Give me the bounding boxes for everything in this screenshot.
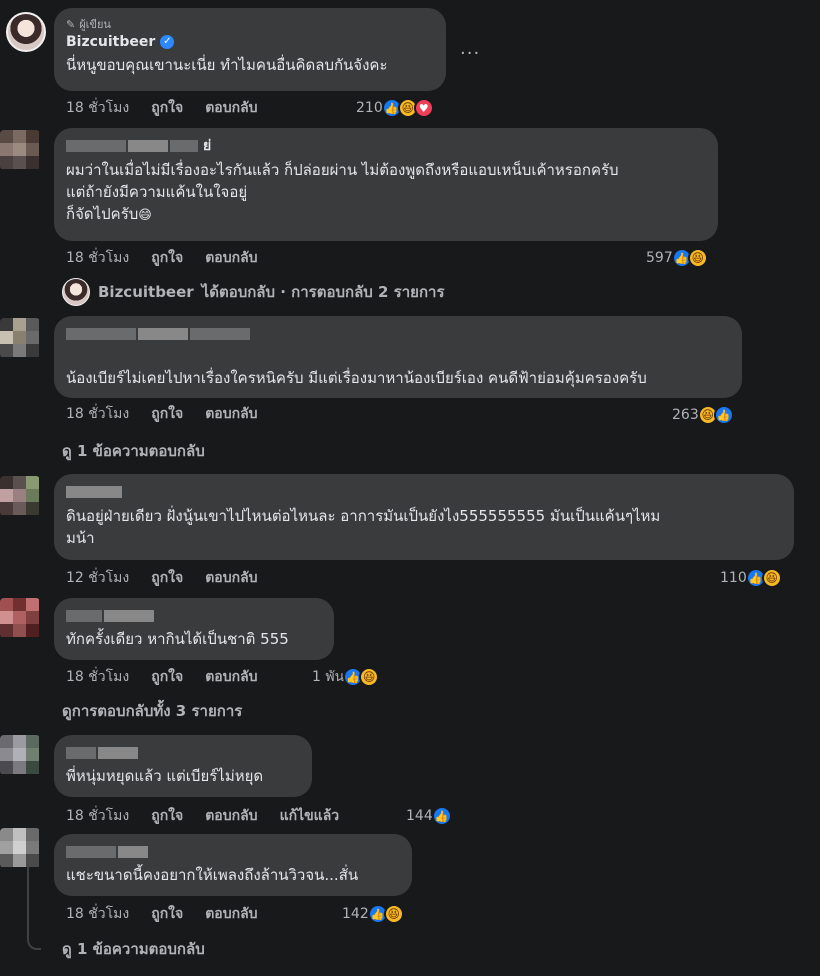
- comment-author-name[interactable]: ย่: [66, 136, 706, 155]
- comment-text: น้องเบียร์ไม่เคยไปหาเรื่องใครหนิครับ มีแ…: [66, 369, 647, 387]
- reaction-count: 597: [646, 250, 673, 266]
- view-all-replies-link[interactable]: ดูการตอบกลับทั้ง 3 รายการ: [62, 700, 242, 722]
- reply-button[interactable]: ตอบกลับ: [205, 247, 257, 269]
- timestamp[interactable]: 18 ชั่วโมง: [66, 903, 129, 925]
- blurred-name: [66, 326, 250, 342]
- haha-icon: 😆: [761, 568, 782, 588]
- comment-text: พี่หนุ่มหยุดแล้ว แต่เบียร์ไม่หยุด: [66, 767, 264, 785]
- reply-button[interactable]: ตอบกลับ: [205, 403, 257, 425]
- haha-icon: 😆: [359, 667, 380, 687]
- like-button[interactable]: ถูกใจ: [151, 666, 183, 688]
- reaction-summary[interactable]: 263 😆 👍: [672, 404, 734, 426]
- reply-button[interactable]: ตอบกลับ: [205, 97, 257, 119]
- timestamp[interactable]: 18 ชั่วโมง: [66, 97, 129, 119]
- comment-bubble: แชะขนาดนี้คงอยากให้เพลงถึงล้านวิวจน...สั…: [54, 834, 412, 896]
- reaction-summary[interactable]: 110 👍 😆: [720, 567, 782, 589]
- reaction-summary[interactable]: 1 พัน 👍 😆: [312, 666, 380, 688]
- author-tag: ✎ ผู้เขียน: [66, 17, 111, 32]
- comment-author-name[interactable]: [66, 324, 730, 343]
- comment-actions: 18 ชั่วโมง ถูกใจ ตอบกลับ: [66, 667, 258, 687]
- avatar[interactable]: [0, 828, 40, 868]
- avatar[interactable]: [6, 12, 46, 52]
- reaction-count: 144: [406, 808, 433, 824]
- avatar[interactable]: [0, 598, 40, 638]
- replies-summary[interactable]: Bizcuitbeer ได้ตอบกลับ · การตอบกลับ 2 รา…: [62, 278, 445, 306]
- reply-button[interactable]: ตอบกลับ: [205, 666, 257, 688]
- love-icon: ♥: [413, 98, 434, 118]
- like-icon: 👍: [713, 405, 734, 425]
- comment-author-name[interactable]: Bizcuitbeer ✓: [66, 32, 434, 51]
- comment-author-name[interactable]: [66, 842, 400, 861]
- comment-actions: 18 ชั่วโมง ถูกใจ ตอบกลับ: [66, 98, 258, 118]
- reaction-summary[interactable]: 144 👍: [406, 805, 452, 827]
- reply-author-name[interactable]: Bizcuitbeer: [98, 283, 194, 301]
- timestamp[interactable]: 18 ชั่วโมง: [66, 247, 129, 269]
- timestamp[interactable]: 12 ชั่วโมง: [66, 567, 129, 589]
- reply-button[interactable]: ตอบกลับ: [205, 903, 257, 925]
- comment-actions: 18 ชั่วโมง ถูกใจ ตอบกลับ แก้ไขแล้ว: [66, 806, 339, 826]
- reply-button[interactable]: ตอบกลับ: [205, 567, 257, 589]
- avatar: [62, 278, 90, 306]
- reply-button[interactable]: ตอบกลับ: [205, 805, 257, 827]
- like-icon: 👍: [431, 806, 452, 826]
- edited-label: แก้ไขแล้ว: [279, 808, 340, 824]
- avatar[interactable]: [0, 130, 40, 170]
- avatar[interactable]: [0, 476, 40, 516]
- haha-icon: 😆: [687, 248, 708, 268]
- reaction-summary[interactable]: 142 👍 😆: [342, 903, 404, 925]
- comment-bubble: ย่ ผมว่าในเมื่อไม่มีเรื่องอะไรกันแล้ว ก็…: [54, 128, 718, 241]
- comment-bubble: ✎ ผู้เขียน Bizcuitbeer ✓ นี่หนูขอบคุณเขา…: [54, 8, 446, 91]
- reaction-count: 1 พัน: [312, 669, 345, 685]
- pen-icon: ✎: [66, 17, 76, 31]
- haha-emoji: 😄: [138, 208, 152, 223]
- reaction-count: 210: [356, 100, 383, 116]
- reaction-summary[interactable]: 597 👍 😆: [646, 247, 708, 269]
- comment-bubble: ดินอยู่ฝ่ายเดียว ฝั่งนู้นเขาไปไหนต่อไหนล…: [54, 474, 794, 560]
- blurred-name: [66, 844, 148, 860]
- comment-text: ดินอยู่ฝ่ายเดียว ฝั่งนู้นเขาไปไหนต่อไหนล…: [66, 507, 661, 547]
- like-button[interactable]: ถูกใจ: [151, 567, 183, 589]
- comment-author-name[interactable]: [66, 743, 300, 762]
- more-options-icon[interactable]: ...: [460, 38, 480, 59]
- comment-actions: 18 ชั่วโมง ถูกใจ ตอบกลับ: [66, 404, 258, 424]
- like-button[interactable]: ถูกใจ: [151, 403, 183, 425]
- reaction-count: 263: [672, 407, 699, 423]
- comment-text: ทักครั้งเดียว หากินได้เป็นชาติ 555: [66, 630, 289, 648]
- timestamp[interactable]: 18 ชั่วโมง: [66, 666, 129, 688]
- reaction-count: 110: [720, 570, 747, 586]
- comment-bubble: ทักครั้งเดียว หากินได้เป็นชาติ 555: [54, 598, 334, 660]
- comment-text: ผมว่าในเมื่อไม่มีเรื่องอะไรกันแล้ว ก็ปล่…: [66, 161, 619, 223]
- comment-text: แชะขนาดนี้คงอยากให้เพลงถึงล้านวิวจน...สั…: [66, 866, 359, 884]
- blurred-name: [66, 745, 138, 761]
- comment-actions: 18 ชั่วโมง ถูกใจ ตอบกลับ: [66, 248, 258, 268]
- verified-badge-icon: ✓: [160, 34, 175, 49]
- view-replies-link[interactable]: ดู 1 ข้อความตอบกลับ: [62, 440, 205, 462]
- replies-summary-text[interactable]: ได้ตอบกลับ · การตอบกลับ 2 รายการ: [202, 280, 445, 304]
- comment-author-name[interactable]: [66, 606, 322, 625]
- like-button[interactable]: ถูกใจ: [151, 97, 183, 119]
- blurred-name: [66, 608, 154, 624]
- comment-actions: 12 ชั่วโมง ถูกใจ ตอบกลับ: [66, 568, 258, 588]
- blurred-name: [66, 484, 122, 500]
- comment-author-name[interactable]: [66, 482, 782, 501]
- comment-bubble: น้องเบียร์ไม่เคยไปหาเรื่องใครหนิครับ มีแ…: [54, 316, 742, 398]
- avatar[interactable]: [0, 318, 40, 358]
- avatar[interactable]: [0, 735, 40, 775]
- comment-bubble: พี่หนุ่มหยุดแล้ว แต่เบียร์ไม่หยุด: [54, 735, 312, 797]
- timestamp[interactable]: 18 ชั่วโมง: [66, 805, 129, 827]
- timestamp[interactable]: 18 ชั่วโมง: [66, 403, 129, 425]
- view-replies-link[interactable]: ดู 1 ข้อความตอบกลับ: [62, 938, 205, 960]
- haha-icon: 😆: [383, 904, 404, 924]
- comment-actions: 18 ชั่วโมง ถูกใจ ตอบกลับ: [66, 904, 258, 924]
- like-button[interactable]: ถูกใจ: [151, 247, 183, 269]
- like-button[interactable]: ถูกใจ: [151, 805, 183, 827]
- comment-text: นี่หนูขอบคุณเขานะเนี่ย ทำไมคนอื่นคิดลบกั…: [66, 56, 388, 74]
- like-button[interactable]: ถูกใจ: [151, 903, 183, 925]
- blurred-name: [66, 138, 198, 154]
- reaction-count: 142: [342, 906, 369, 922]
- reaction-summary[interactable]: 210 👍 😆 ♥: [356, 97, 434, 119]
